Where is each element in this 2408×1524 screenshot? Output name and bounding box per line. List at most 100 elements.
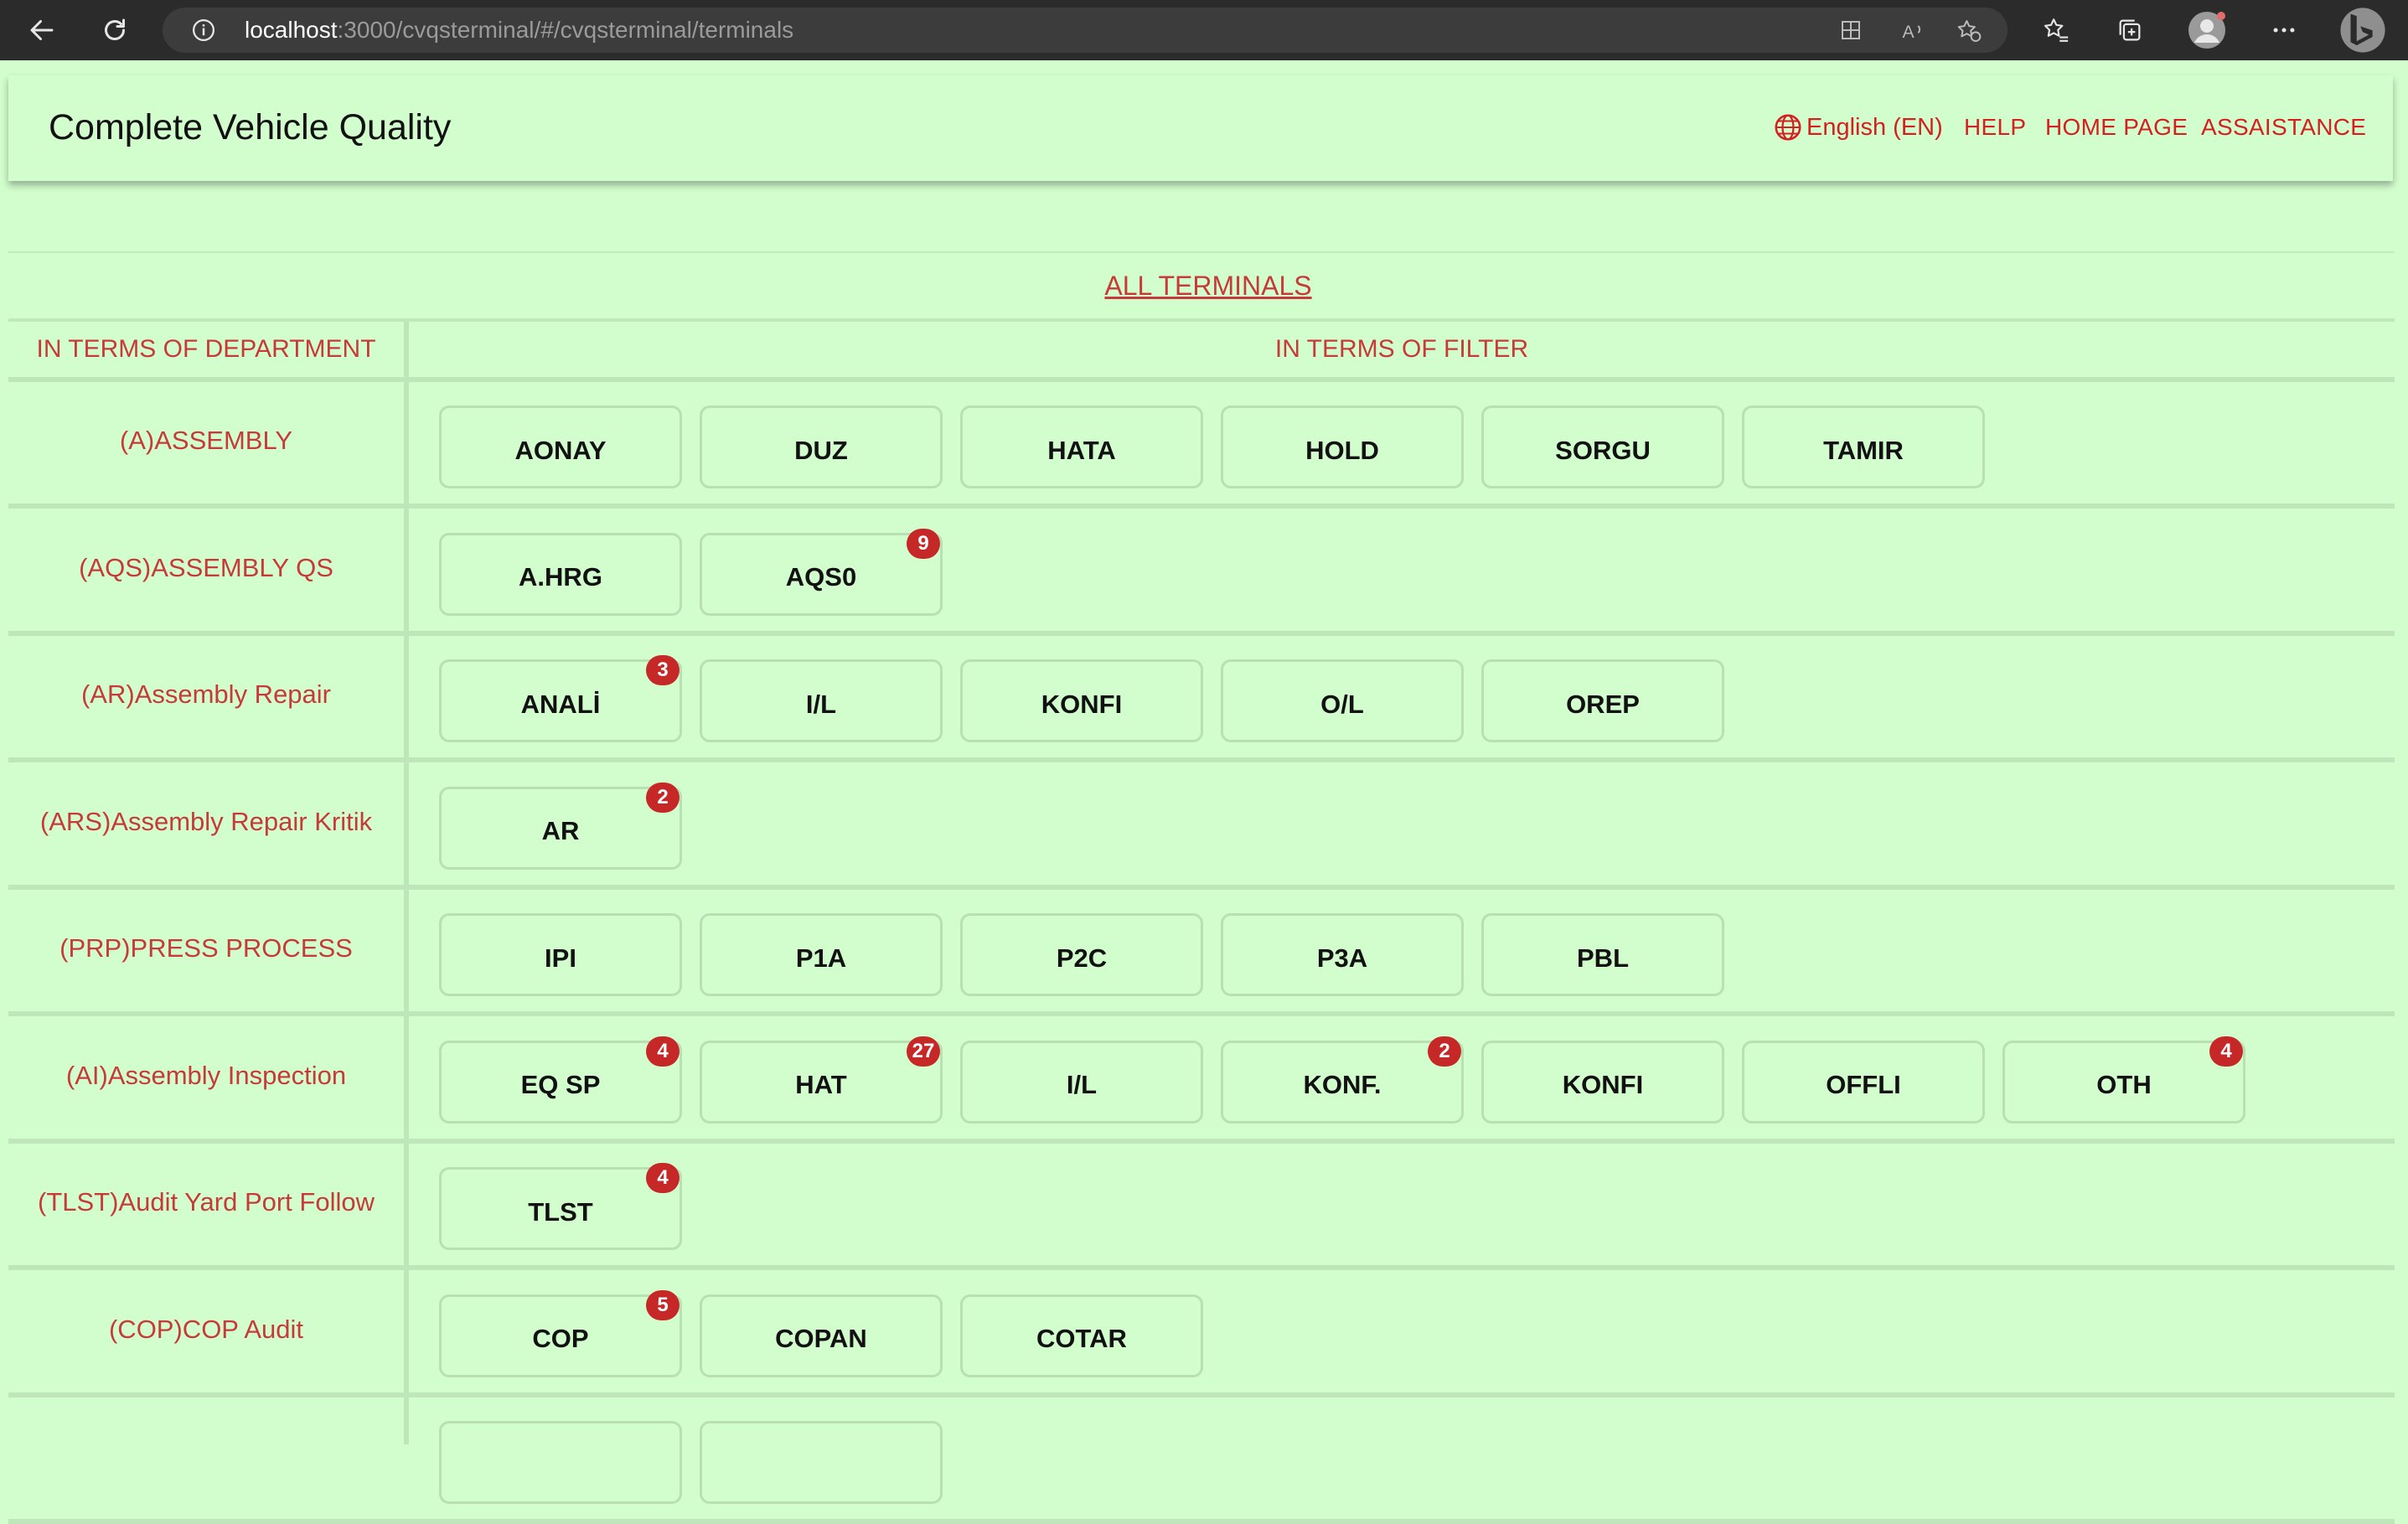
terminal-button[interactable]: [439, 1421, 682, 1504]
terminal-label: O/L: [1320, 689, 1364, 719]
url-host: localhost: [245, 17, 338, 43]
terminal-label: AQS0: [785, 562, 857, 592]
terminal-label: AONAY: [514, 435, 607, 465]
terminal-label: A.HRG: [519, 562, 602, 592]
all-terminals-row: ALL TERMINALS: [8, 251, 2395, 322]
reload-icon: [105, 18, 125, 40]
more-options-icon: [2273, 28, 2295, 33]
terminal-button[interactable]: OREP: [1481, 659, 1724, 742]
terminal-button[interactable]: [700, 1421, 943, 1504]
terminal-button[interactable]: HOLD: [1221, 406, 1464, 488]
notification-count-badge: 9: [907, 528, 940, 559]
terminal-button[interactable]: I/L: [700, 659, 943, 742]
department-name: (TLST)Audit Yard Port Follow: [38, 1187, 375, 1217]
terminal-button[interactable]: A.HRG: [439, 532, 682, 616]
terminal-button[interactable]: HAT 27: [700, 1036, 943, 1124]
globe-icon: [1775, 114, 1801, 141]
terminal-button[interactable]: I/L: [960, 1040, 1203, 1124]
back-arrow-icon: [30, 20, 54, 40]
url-path: :3000/cvqsterminal/#/cvqsterminal/termin…: [337, 17, 794, 43]
profile-button[interactable]: [2187, 10, 2227, 50]
terminal-button[interactable]: COP 5: [439, 1289, 682, 1377]
terminal-button[interactable]: PBL: [1481, 913, 1724, 996]
department-row: (AQS)ASSEMBLY QS A.HRG AQS0 9: [8, 509, 2395, 636]
terminal-label: HOLD: [1305, 435, 1379, 465]
favorites-button[interactable]: [2036, 10, 2076, 50]
terminal-label: KONF.: [1303, 1070, 1382, 1099]
all-terminals-link[interactable]: ALL TERMINALS: [1104, 271, 1311, 302]
terminal-button[interactable]: IPI: [439, 913, 682, 996]
notification-count-badge: 2: [1428, 1036, 1461, 1067]
terminal-button[interactable]: OFFLI: [1742, 1040, 1985, 1124]
terminal-button[interactable]: ANALİ 3: [439, 655, 682, 742]
terminal-button[interactable]: COPAN: [700, 1294, 943, 1377]
language-label: English (EN): [1806, 113, 1943, 141]
notification-count-badge: 4: [646, 1036, 680, 1067]
language-selector[interactable]: English (EN): [1773, 75, 1943, 179]
home-page-link[interactable]: HOME PAGE: [2045, 75, 2188, 179]
browser-toolbar: localhost:3000/cvqsterminal/#/cvqstermin…: [0, 0, 2408, 60]
terminal-button[interactable]: KONFI: [960, 659, 1203, 742]
terminal-label: SORGU: [1555, 435, 1651, 465]
add-favorite-icon[interactable]: [1956, 18, 1982, 43]
notification-count-badge: 4: [2209, 1036, 2243, 1067]
terminal-button[interactable]: HATA: [960, 406, 1203, 488]
terminal-button[interactable]: SORGU: [1481, 406, 1724, 488]
department-row: (COP)COP Audit COP 5 COPAN COTAR: [8, 1271, 2395, 1397]
terminal-label: EQ SP: [520, 1070, 601, 1099]
terminal-button[interactable]: KONFI: [1481, 1040, 1724, 1124]
terminal-label: KONFI: [1041, 689, 1123, 719]
department-row: (PRP)PRESS PROCESS IPI P1A P2C P3A PBL: [8, 890, 2395, 1016]
app-available-icon[interactable]: [1838, 18, 1863, 43]
collections-icon: [2119, 19, 2141, 41]
department-name: (A)ASSEMBLY: [119, 426, 293, 455]
department-name: (PRP)PRESS PROCESS: [59, 933, 353, 963]
terminal-button[interactable]: TAMIR: [1742, 406, 1985, 488]
terminal-label: I/L: [805, 689, 837, 719]
collections-button[interactable]: [2110, 10, 2150, 50]
back-button[interactable]: [22, 10, 62, 50]
notification-count-badge: 2: [646, 782, 680, 813]
terminal-button[interactable]: COTAR: [960, 1294, 1203, 1377]
terminal-button[interactable]: O/L: [1221, 659, 1464, 742]
help-link[interactable]: HELP: [1964, 75, 2026, 179]
notification-count-badge: 5: [646, 1289, 680, 1320]
more-options-button[interactable]: [2264, 10, 2304, 50]
terminal-button[interactable]: AONAY: [439, 406, 682, 488]
notification-count-badge: 4: [646, 1163, 680, 1193]
terminal-label: TAMIR: [1823, 435, 1904, 465]
profile-avatar-icon: [2188, 12, 2225, 49]
department-row: (TLST)Audit Yard Port Follow TLST 4: [8, 1144, 2395, 1270]
terminal-button[interactable]: P3A: [1221, 913, 1464, 996]
terminal-label: ANALİ: [520, 689, 601, 719]
terminal-button[interactable]: AQS0 9: [700, 528, 943, 616]
terminal-button[interactable]: P1A: [700, 913, 943, 996]
terminal-label: OTH: [2096, 1070, 2152, 1099]
terminal-label: OFFLI: [1826, 1070, 1901, 1099]
terminal-label: OREP: [1566, 689, 1640, 719]
terminal-button[interactable]: DUZ: [700, 406, 943, 488]
terminal-label: HATA: [1047, 435, 1116, 465]
url-text[interactable]: localhost:3000/cvqsterminal/#/cvqstermin…: [245, 8, 793, 53]
address-bar[interactable]: localhost:3000/cvqsterminal/#/cvqstermin…: [163, 8, 2008, 53]
terminal-button[interactable]: EQ SP 4: [439, 1036, 682, 1124]
copilot-button[interactable]: [2338, 5, 2388, 55]
terminal-label: AR: [541, 816, 580, 845]
terminal-button[interactable]: KONF. 2: [1221, 1036, 1464, 1124]
notification-count-badge: 27: [907, 1036, 940, 1067]
favorites-icon: [2044, 18, 2069, 42]
info-icon[interactable]: [191, 18, 216, 43]
department-name: (ARS)Assembly Repair Kritik: [39, 806, 373, 836]
department-row: (AI)Assembly Inspection EQ SP 4 HAT 27 I/L KON…: [8, 1017, 2395, 1144]
terminal-label: P3A: [1316, 943, 1368, 973]
terminal-label: PBL: [1577, 943, 1629, 973]
terminal-label: I/L: [1066, 1070, 1098, 1099]
reload-button[interactable]: [95, 10, 135, 50]
terminal-button[interactable]: TLST 4: [439, 1163, 682, 1250]
terminal-button[interactable]: AR 2: [439, 782, 682, 870]
read-aloud-icon[interactable]: A: [1900, 18, 1925, 43]
assistance-link[interactable]: ASSAISTANCE: [2201, 75, 2366, 179]
terminal-button[interactable]: OTH 4: [2002, 1036, 2245, 1124]
table-header-row: IN TERMS OF DEPARTMENT IN TERMS OF FILTE…: [8, 322, 2395, 382]
terminal-button[interactable]: P2C: [960, 913, 1203, 996]
